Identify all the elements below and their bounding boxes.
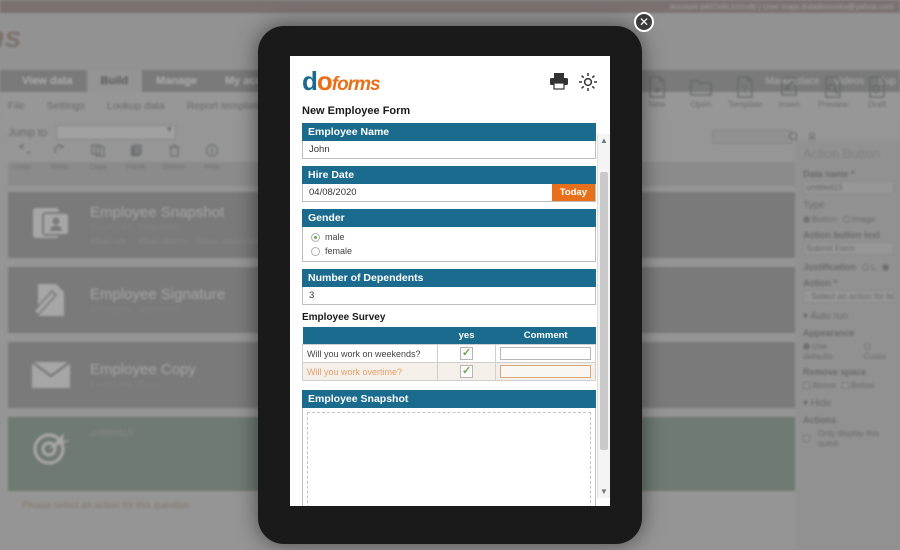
snapshot-dashed-area[interactable] — [307, 412, 591, 506]
logo-forms: forms — [331, 74, 381, 95]
tablet-preview-frame: ✕ doforms New Employee Form Employee Nam… — [258, 12, 654, 544]
snapshot-capture-area[interactable] — [302, 408, 596, 506]
field-label: Gender — [302, 209, 596, 227]
hire-date-value: 04/08/2020 — [309, 187, 357, 198]
logo-d: d — [302, 66, 318, 96]
survey-col-question — [302, 327, 438, 345]
survey-yes-1[interactable]: ✓ — [436, 344, 497, 363]
survey-question-2: Will you work overtime? — [302, 362, 438, 381]
field-gender: Gender male female — [302, 209, 596, 262]
survey-comment-2[interactable] — [495, 362, 596, 381]
comment-input — [500, 347, 591, 360]
gender-option-male[interactable]: male — [307, 230, 591, 244]
field-employee-name: Employee Name John — [302, 123, 596, 159]
checkbox-checked-icon[interactable]: ✓ — [460, 365, 474, 378]
field-label: Number of Dependents — [302, 269, 596, 287]
gender-label-female: female — [325, 246, 353, 256]
survey-col-comment: Comment — [495, 327, 596, 345]
close-icon[interactable]: ✕ — [634, 12, 654, 32]
field-number-of-dependents: Number of Dependents 3 — [302, 269, 596, 305]
comment-input — [500, 365, 591, 378]
survey-yes-2[interactable]: ✓ — [436, 362, 497, 381]
field-label: Hire Date — [302, 166, 596, 184]
form-body: Employee Name John Hire Date 04/08/2020 … — [290, 123, 610, 506]
employee-survey-table: yes Comment Will you work on weekends? ✓… — [302, 327, 596, 381]
survey-question-1: Will you work on weekends? — [302, 344, 438, 363]
survey-col-yes: yes — [437, 327, 496, 345]
gender-option-female[interactable]: female — [307, 244, 591, 258]
tablet-screen: doforms New Employee Form Employee Name … — [290, 56, 610, 506]
table-header-row: yes Comment — [302, 327, 596, 345]
hire-date-input[interactable]: 04/08/2020 Today — [302, 184, 596, 202]
logo-o: o — [316, 66, 333, 96]
table-row: Will you work on weekends? ✓ — [302, 344, 596, 363]
print-icon[interactable] — [549, 72, 569, 97]
form-header: doforms — [290, 56, 610, 101]
form-title: New Employee Form — [302, 105, 411, 117]
scroll-down-icon[interactable]: ▼ — [598, 487, 610, 496]
checkbox-checked-icon[interactable]: ✓ — [460, 347, 474, 360]
radio-icon — [311, 246, 320, 256]
field-employee-snapshot: Employee Snapshot — [302, 390, 596, 506]
doforms-logo-icon: doforms — [302, 66, 381, 97]
field-label: Employee Snapshot — [302, 390, 596, 408]
gender-label-male: male — [325, 232, 345, 242]
form-scrollbar[interactable]: ▲ ▼ — [597, 134, 610, 498]
field-hire-date: Hire Date 04/08/2020 Today — [302, 166, 596, 202]
employee-name-input[interactable]: John — [302, 141, 596, 159]
gear-icon[interactable] — [578, 72, 598, 97]
table-row: Will you work overtime? ✓ — [302, 362, 596, 381]
scrollbar-thumb[interactable] — [600, 172, 608, 450]
radio-icon — [311, 232, 320, 242]
today-button[interactable]: Today — [551, 184, 595, 201]
field-label: Employee Name — [302, 123, 596, 141]
form-header-icons — [549, 66, 598, 97]
survey-section-title: Employee Survey — [302, 312, 386, 323]
survey-comment-1[interactable] — [495, 344, 596, 363]
dependents-input[interactable]: 3 — [302, 287, 596, 305]
gender-radio-group: male female — [302, 227, 596, 262]
scroll-up-icon[interactable]: ▲ — [598, 136, 610, 145]
